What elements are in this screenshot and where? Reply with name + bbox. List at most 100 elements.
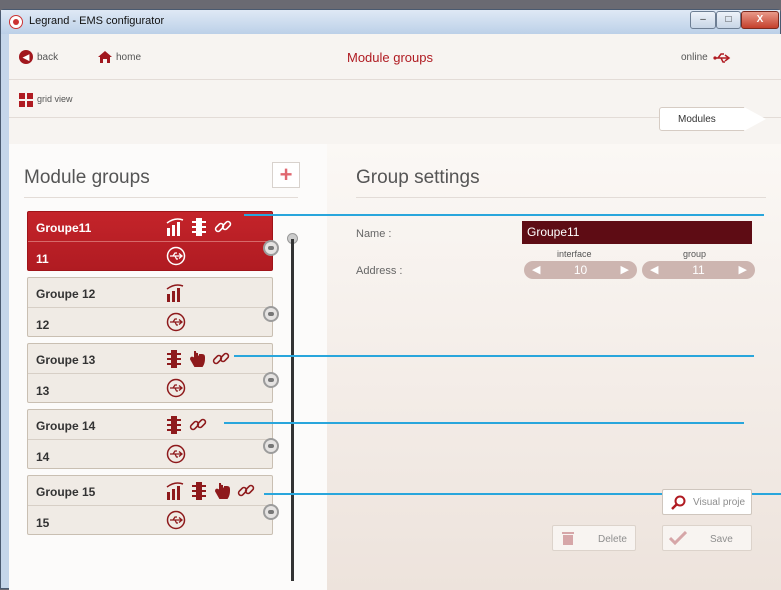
group-function-icons <box>166 414 207 436</box>
back-label: back <box>37 52 59 63</box>
client-area: ◀ back home Module groups online grid vi… <box>9 34 781 590</box>
group-function-icons <box>166 216 232 238</box>
group-card-header: Groupe 15 <box>28 476 272 506</box>
connector-pin[interactable] <box>263 438 279 454</box>
group-card[interactable]: Groupe 13 13 <box>27 343 273 403</box>
delete-button[interactable]: Delete <box>552 525 636 551</box>
usb-icon <box>166 246 186 266</box>
group-card[interactable]: Groupe11 11 <box>27 211 273 271</box>
decrement-icon[interactable]: ◀ <box>532 261 540 279</box>
group-function-icons <box>166 480 255 502</box>
traffic-light-icon <box>191 217 207 237</box>
delete-label: Delete <box>598 534 627 545</box>
interface-label: interface <box>557 249 592 259</box>
home-icon <box>98 51 112 63</box>
group-function-icons <box>166 282 184 304</box>
hand-pointer-icon <box>189 349 205 369</box>
app-logo-icon <box>9 15 23 29</box>
app-window: Legrand - EMS configurator – □ X ◀ back … <box>0 9 781 590</box>
save-button[interactable]: Save <box>662 525 752 551</box>
group-name: Groupe 14 <box>36 419 96 433</box>
connector-pin[interactable] <box>263 240 279 256</box>
trash-icon <box>562 532 574 545</box>
connector-pin[interactable] <box>263 504 279 520</box>
interface-stepper[interactable]: ◀ 10 ▶ <box>524 261 637 279</box>
chart-icon <box>166 481 184 501</box>
decrement-icon[interactable]: ◀ <box>650 261 658 279</box>
maximize-button[interactable]: □ <box>716 11 741 29</box>
group-name: Groupe 13 <box>36 353 96 367</box>
back-arrow-icon: ◀ <box>19 50 33 64</box>
connector-pin[interactable] <box>263 372 279 388</box>
group-card-header: Groupe 13 <box>28 344 272 374</box>
right-divider <box>356 197 766 198</box>
traffic-light-icon <box>191 481 207 501</box>
group-address: 15 <box>36 516 50 530</box>
home-label: home <box>116 52 142 63</box>
page-title: Module groups <box>347 50 433 65</box>
add-group-button[interactable]: + <box>272 162 300 188</box>
connection-line <box>234 355 754 357</box>
group-value: 11 <box>692 263 705 277</box>
group-name: Groupe 15 <box>36 485 96 499</box>
window-title: Legrand - EMS configurator <box>29 15 165 27</box>
modules-tab[interactable]: Modules <box>659 107 766 131</box>
top-nav-bar: ◀ back home Module groups online <box>9 34 781 80</box>
group-name: Groupe11 <box>36 221 92 235</box>
link-icon <box>189 416 207 434</box>
group-card-header: Groupe 14 <box>28 410 272 440</box>
connection-line <box>224 422 744 424</box>
group-card[interactable]: Groupe 14 14 <box>27 409 273 469</box>
group-function-icons <box>166 348 230 370</box>
group-address: 13 <box>36 384 50 398</box>
group-label: group <box>683 249 707 259</box>
increment-icon[interactable]: ▶ <box>621 261 629 279</box>
module-groups-heading: Module groups <box>24 167 150 188</box>
magnifier-icon <box>671 495 686 510</box>
group-card-header: Groupe11 <box>28 212 272 242</box>
name-label: Name : <box>356 228 392 240</box>
group-rail <box>291 239 294 581</box>
link-icon <box>214 218 232 236</box>
minimize-button[interactable]: – <box>690 11 716 29</box>
usb-icon <box>166 510 186 530</box>
chart-icon <box>166 217 184 237</box>
grid-view-label: grid view <box>37 94 73 104</box>
group-address: 12 <box>36 318 50 332</box>
group-card-header: Groupe 12 <box>28 278 272 308</box>
group-address: 14 <box>36 450 50 464</box>
connection-line <box>244 214 764 216</box>
online-status: online <box>681 52 708 63</box>
title-bar: Legrand - EMS configurator – □ X <box>1 10 780 34</box>
name-field[interactable]: Groupe11 <box>522 221 752 244</box>
group-card[interactable]: Groupe 15 15 <box>27 475 273 535</box>
usb-icon <box>713 53 731 63</box>
home-button[interactable]: home <box>97 50 157 66</box>
checkmark-icon <box>669 531 687 545</box>
visual-project-label: Visual proje <box>693 497 746 508</box>
interface-value: 10 <box>573 263 588 277</box>
usb-icon <box>166 312 186 332</box>
chart-icon <box>166 283 184 303</box>
group-name: Groupe 12 <box>36 287 96 301</box>
right-pane <box>327 144 781 590</box>
address-label: Address : <box>356 265 403 277</box>
grid-view-button[interactable]: grid view <box>19 93 79 107</box>
group-address: 11 <box>36 252 49 266</box>
increment-icon[interactable]: ▶ <box>739 261 747 279</box>
connector-pin[interactable] <box>263 306 279 322</box>
link-icon <box>212 350 230 368</box>
link-icon <box>237 482 255 500</box>
group-stepper[interactable]: ◀ 11 ▶ <box>642 261 755 279</box>
back-button[interactable]: ◀ back <box>19 50 69 66</box>
usb-icon <box>166 378 186 398</box>
visual-project-button[interactable]: Visual proje <box>662 489 752 515</box>
usb-icon <box>166 444 186 464</box>
traffic-light-icon <box>166 415 182 435</box>
save-label: Save <box>710 534 733 545</box>
hand-pointer-icon <box>214 481 230 501</box>
group-settings-heading: Group settings <box>356 167 480 188</box>
close-button[interactable]: X <box>741 11 779 29</box>
grid-icon <box>19 93 33 107</box>
group-card[interactable]: Groupe 12 12 <box>27 277 273 337</box>
